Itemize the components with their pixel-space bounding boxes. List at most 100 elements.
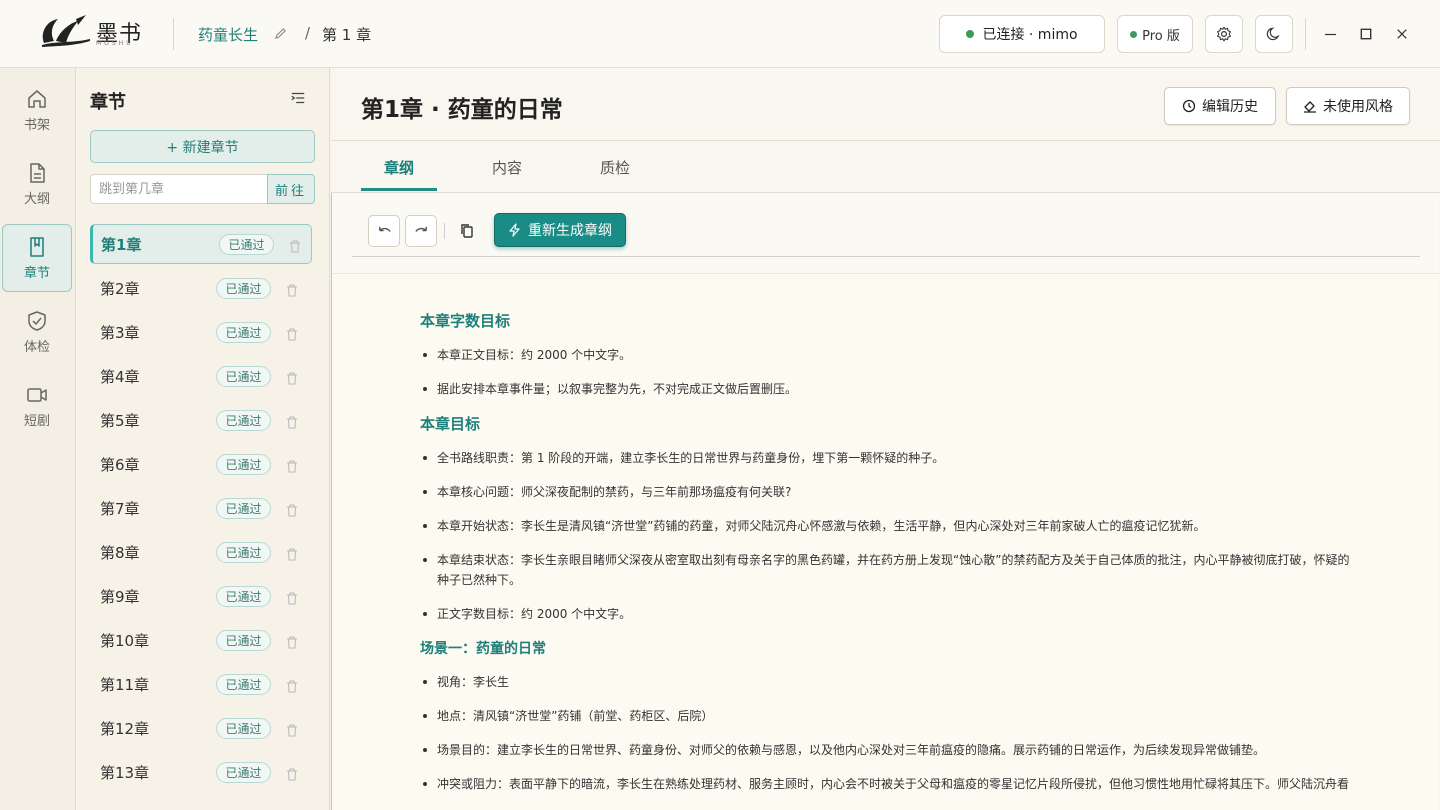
status-dot-icon <box>966 30 975 38</box>
chapter-item[interactable]: 第9章 已通过 <box>90 576 312 616</box>
trash-icon <box>287 723 297 737</box>
delete-chapter-button[interactable] <box>286 722 298 737</box>
delete-chapter-button[interactable] <box>289 238 301 253</box>
list-collapse-icon <box>291 92 305 104</box>
close-button[interactable] <box>1390 22 1414 46</box>
connection-status-button[interactable]: 已连接 · mimo <box>939 15 1105 53</box>
clock-icon <box>1182 99 1196 113</box>
chapter-item[interactable]: 第10章 已通过 <box>90 620 312 660</box>
rail-label: 体检 <box>23 339 50 355</box>
settings-button[interactable] <box>1205 15 1243 53</box>
chapter-item[interactable]: 第2章 已通过 <box>90 268 312 308</box>
header-divider <box>1305 18 1306 50</box>
copy-icon <box>461 224 473 238</box>
video-icon <box>27 387 47 402</box>
style-label: 未使用风格 <box>1323 99 1393 115</box>
status-badge: 已通过 <box>216 453 271 475</box>
redo-button[interactable] <box>405 215 437 247</box>
list-item: 本章正文目标：约 2000 个中文字。 <box>420 345 1360 365</box>
delete-chapter-button[interactable] <box>286 634 298 649</box>
chapter-item[interactable]: 第12章 已通过 <box>90 708 312 748</box>
active-tab-indicator <box>361 188 437 191</box>
rail-item-chapters[interactable]: 章节 <box>2 224 72 292</box>
delete-chapter-button[interactable] <box>286 766 298 781</box>
book-title[interactable]: 药童长生 <box>198 24 258 45</box>
tab-content[interactable]: 内容 <box>492 157 522 178</box>
rail-item-checkup[interactable]: 体检 <box>2 298 72 366</box>
trash-icon <box>287 415 297 429</box>
trash-icon <box>287 327 297 341</box>
delete-chapter-button[interactable] <box>286 326 298 341</box>
delete-chapter-button[interactable] <box>286 502 298 517</box>
delete-chapter-button[interactable] <box>286 414 298 429</box>
regenerate-outline-button[interactable]: 重新生成章纲 <box>494 213 626 247</box>
minimize-button[interactable] <box>1318 22 1342 46</box>
copy-button[interactable] <box>460 223 474 239</box>
rail-label: 大纲 <box>23 191 50 207</box>
pencil-icon[interactable] <box>274 27 288 41</box>
chapter-list: 第1章 已通过 第2章 已通过 第3章 已通过 第4章 已通过 第5章 已通过 第6章 已通过 第7章已… <box>90 224 312 796</box>
chapter-item[interactable]: 第7章 已通过 <box>90 488 312 528</box>
rail-item-short-drama[interactable]: 短剧 <box>2 372 72 440</box>
delete-chapter-button[interactable] <box>286 590 298 605</box>
chapter-item[interactable]: 第6章 已通过 <box>90 444 312 484</box>
section-list: 视角：李长生 地点：清风镇“济世堂”药铺（前堂、药柜区、后院） 场景目的：建立李长生… <box>420 672 1360 794</box>
trash-icon <box>287 371 297 385</box>
rail-item-bookshelf[interactable]: 书架 <box>2 76 72 144</box>
list-item: 据此安排本章事件量；以叙事完整为先，不对完成正文做后置删压。 <box>420 379 1360 399</box>
delete-chapter-button[interactable] <box>286 370 298 385</box>
status-badge: 已通过 <box>216 673 271 695</box>
theme-toggle-button[interactable] <box>1255 15 1293 53</box>
edit-history-button[interactable]: 编辑历史 <box>1164 87 1276 125</box>
chapter-name: 第2章 <box>100 279 140 298</box>
jump-go-button[interactable]: 前往 <box>267 174 315 204</box>
list-item: 视角：李长生 <box>420 672 1360 692</box>
list-item: 本章核心问题：师父深夜配制的禁药，与三年前那场瘟疫有何关联? <box>420 482 1360 502</box>
chapter-item[interactable]: 第4章 已通过 <box>90 356 312 396</box>
chapter-name: 第4章 <box>100 367 140 386</box>
scene-heading: 场景一：药童的日常 <box>420 641 546 657</box>
trash-icon <box>287 767 297 781</box>
chapter-item[interactable]: 第13章 已通过 <box>90 752 312 792</box>
delete-chapter-button[interactable] <box>286 678 298 693</box>
chapter-title: 第1章 · 药童的日常 <box>361 97 563 123</box>
chapter-name: 第3章 <box>100 323 140 342</box>
delete-chapter-button[interactable] <box>286 458 298 473</box>
undo-button[interactable] <box>368 215 400 247</box>
trash-icon <box>287 547 297 561</box>
gear-icon <box>1217 26 1231 42</box>
chapter-item[interactable]: 第11章 已通过 <box>90 664 312 704</box>
minimize-icon <box>1324 33 1336 35</box>
chapter-item[interactable]: 第5章 已通过 <box>90 400 312 440</box>
section-heading: 本章目标 <box>420 415 481 433</box>
delete-chapter-button[interactable] <box>286 546 298 561</box>
rail-label: 短剧 <box>23 413 50 429</box>
chapter-item[interactable]: 第3章 已通过 <box>90 312 312 352</box>
tab-outline[interactable]: 章纲 <box>384 157 414 178</box>
chapter-name: 第1章 <box>101 235 142 254</box>
new-chapter-button[interactable]: + 新建章节 <box>90 130 315 163</box>
undo-icon <box>378 226 391 232</box>
collapse-sidebar-button[interactable] <box>290 90 308 108</box>
app-logo-subtext: MOSHU <box>96 40 134 47</box>
status-badge: 已通过 <box>216 277 271 299</box>
sidebar-title: 章节 <box>90 92 126 113</box>
jump-to-chapter-input[interactable] <box>90 174 267 204</box>
tab-quality-check[interactable]: 质检 <box>600 157 630 178</box>
section-list: 全书路线职责：第 1 阶段的开端，建立李长生的日常世界与药童身份，埋下第一颗怀疑… <box>420 448 1360 624</box>
trash-icon <box>287 635 297 649</box>
chapter-item[interactable]: 第1章 已通过 <box>90 224 312 264</box>
rail-label: 书架 <box>23 117 50 133</box>
chapter-name: 第6章 <box>100 455 140 474</box>
delete-chapter-button[interactable] <box>286 282 298 297</box>
pro-version-button[interactable]: Pro 版 <box>1117 15 1193 53</box>
status-badge: 已通过 <box>216 541 271 563</box>
style-button[interactable]: 未使用风格 <box>1286 87 1410 125</box>
editor-toolbar: 重新生成章纲 <box>331 193 1439 273</box>
rail-item-outline[interactable]: 大纲 <box>2 150 72 218</box>
maximize-button[interactable] <box>1354 22 1378 46</box>
chapter-item[interactable]: 第8章 已通过 <box>90 532 312 572</box>
outline-document[interactable]: 本章字数目标 本章正文目标：约 2000 个中文字。 据此安排本章事件量；以叙事完… <box>331 273 1439 810</box>
trash-icon <box>290 239 300 253</box>
status-badge: 已通过 <box>216 365 271 387</box>
